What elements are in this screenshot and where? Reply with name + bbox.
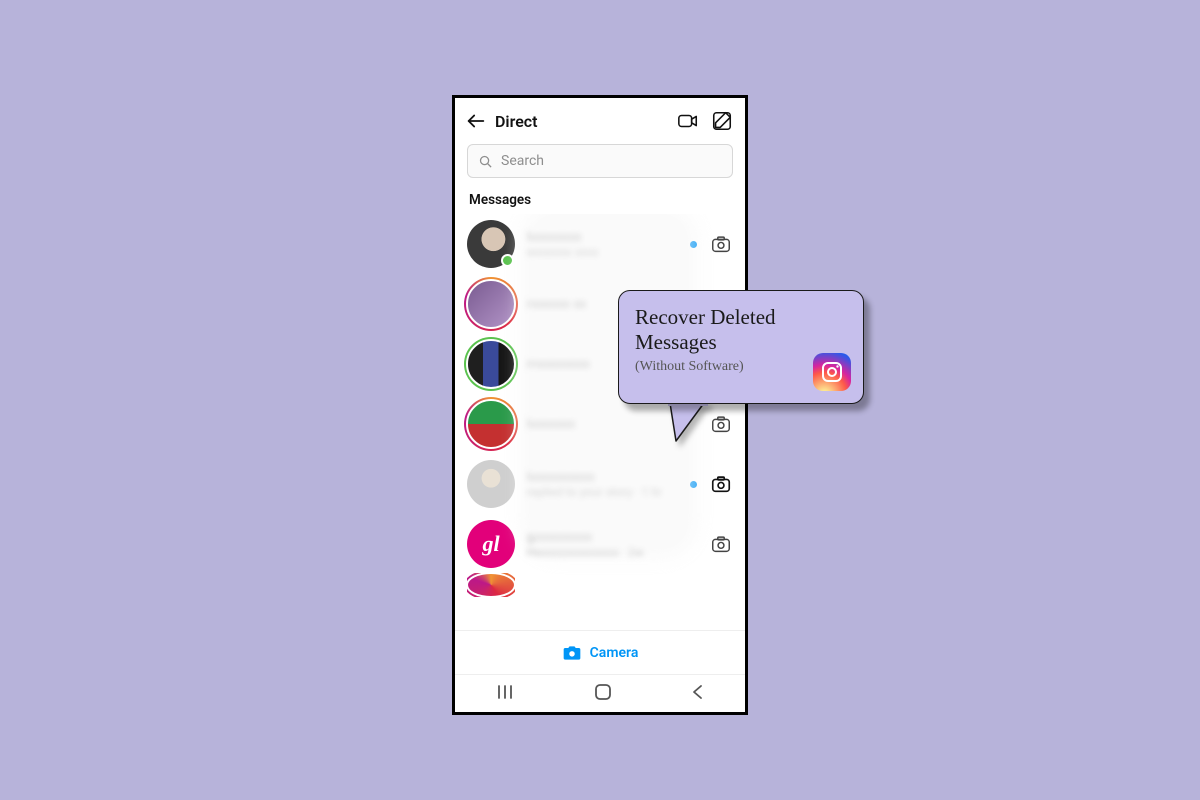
presence-dot-icon <box>501 254 514 267</box>
conversation-row[interactable]: gl gxxxxxxxxx Hxxxxxxxxxxxxxx · 2w <box>455 514 745 574</box>
camera-icon[interactable] <box>709 232 733 256</box>
avatar[interactable] <box>467 400 515 448</box>
avatar[interactable] <box>467 460 515 508</box>
unread-dot-icon <box>690 481 697 488</box>
conversation-row[interactable]: lxxxxxxxxxx replied to your story · 1 hr <box>455 454 745 514</box>
back-button[interactable] <box>465 110 487 132</box>
avatar[interactable] <box>467 220 515 268</box>
unread-dot-icon <box>690 241 697 248</box>
callout-line1: Recover Deleted <box>635 305 776 329</box>
callout-bubble: Recover Deleted Messages (Without Softwa… <box>618 290 864 404</box>
camera-label: Camera <box>590 645 639 661</box>
conversation-row[interactable]: lxxxxxxxx wxxxxxx xxxx <box>455 214 745 274</box>
avatar[interactable]: gl <box>467 520 515 568</box>
conversation-row[interactable] <box>455 574 745 602</box>
instagram-icon <box>813 353 851 391</box>
avatar[interactable] <box>467 280 515 328</box>
compose-button[interactable] <box>709 108 735 134</box>
android-back-button[interactable] <box>691 684 705 704</box>
conversation-text: gxxxxxxxxx Hxxxxxxxxxxxxxx · 2w <box>527 530 697 559</box>
camera-fill-icon <box>562 643 582 663</box>
search-placeholder: Search <box>501 153 544 169</box>
android-navbar <box>455 674 745 712</box>
dm-header: Direct <box>455 98 745 144</box>
recents-button[interactable] <box>495 684 515 704</box>
search-container: Search <box>455 144 745 186</box>
conversation-text: lxxxxxxxxxx replied to your story · 1 hr <box>527 470 678 499</box>
open-camera-button[interactable]: Camera <box>455 630 745 674</box>
home-button[interactable] <box>594 683 612 705</box>
search-input[interactable]: Search <box>467 144 733 178</box>
video-call-button[interactable] <box>675 108 701 134</box>
avatar[interactable] <box>467 573 515 597</box>
callout-line2: Messages <box>635 330 717 354</box>
conversation-text: lxxxxxxxx wxxxxxx xxxx <box>527 230 678 259</box>
search-icon <box>478 154 493 169</box>
page-title: Direct <box>495 112 538 131</box>
camera-icon[interactable] <box>709 472 733 496</box>
avatar[interactable] <box>467 340 515 388</box>
messages-label: Messages <box>455 186 745 214</box>
camera-icon[interactable] <box>709 532 733 556</box>
